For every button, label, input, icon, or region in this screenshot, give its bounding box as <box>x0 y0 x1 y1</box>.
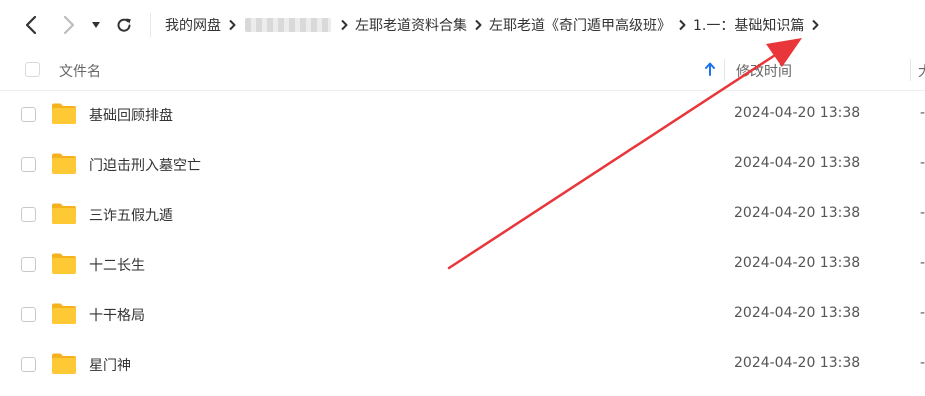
file-name[interactable]: 星门神 <box>89 355 131 375</box>
folder-icon <box>52 253 76 274</box>
history-dropdown-button[interactable] <box>86 13 106 37</box>
breadcrumb-separator-icon <box>467 0 489 50</box>
row-checkbox[interactable] <box>21 257 36 272</box>
column-header-name[interactable]: 文件名 <box>59 61 101 81</box>
column-header-size[interactable]: 大 <box>918 61 925 81</box>
breadcrumb-separator-icon <box>333 0 355 50</box>
file-name[interactable]: 门迫击刑入墓空亡 <box>89 155 201 175</box>
caret-down-icon <box>92 22 100 28</box>
breadcrumb: 我的网盘 左耶老道资料合集 左耶老道《奇门遁甲高级班》 1.一：基础知识篇 <box>165 0 826 50</box>
file-modified-time: 2024-04-20 13:38 <box>734 255 861 271</box>
table-row[interactable]: 星门神 2024-04-20 13:38 - <box>0 340 925 390</box>
toolbar-divider <box>150 13 151 37</box>
folder-icon <box>52 353 76 374</box>
folder-icon <box>52 103 76 124</box>
file-modified-time: 2024-04-20 13:38 <box>734 105 861 121</box>
row-checkbox[interactable] <box>21 307 36 322</box>
table-row[interactable]: 基础回顾排盘 2024-04-20 13:38 - <box>0 90 925 140</box>
file-name[interactable]: 十干格局 <box>89 305 145 325</box>
forward-button[interactable] <box>57 13 81 37</box>
breadcrumb-separator-icon <box>671 0 693 50</box>
row-checkbox[interactable] <box>21 207 36 222</box>
breadcrumb-item-current[interactable]: 1.一：基础知识篇 <box>693 15 804 35</box>
file-name[interactable]: 基础回顾排盘 <box>89 105 173 125</box>
select-all-checkbox[interactable] <box>25 62 40 77</box>
file-modified-time: 2024-04-20 13:38 <box>734 155 861 171</box>
table-row[interactable]: 十二长生 2024-04-20 13:38 - <box>0 240 925 290</box>
folder-icon <box>52 153 76 174</box>
chevron-left-icon <box>25 15 37 35</box>
file-name[interactable]: 十二长生 <box>89 255 145 275</box>
folder-icon <box>52 203 76 224</box>
file-size: - <box>920 205 925 221</box>
refresh-button[interactable] <box>112 13 136 37</box>
breadcrumb-item-course[interactable]: 左耶老道《奇门遁甲高级班》 <box>489 15 671 35</box>
row-checkbox[interactable] <box>21 107 36 122</box>
breadcrumb-item-redacted[interactable] <box>245 18 331 32</box>
row-checkbox[interactable] <box>21 357 36 372</box>
file-size: - <box>920 255 925 271</box>
column-divider[interactable] <box>724 59 725 81</box>
column-header-modified-time[interactable]: 修改时间 <box>736 61 792 81</box>
column-divider[interactable] <box>910 59 911 81</box>
file-modified-time: 2024-04-20 13:38 <box>734 205 861 221</box>
table-row[interactable]: 十干格局 2024-04-20 13:38 - <box>0 290 925 340</box>
file-size: - <box>920 355 925 371</box>
file-list: 基础回顾排盘 2024-04-20 13:38 - 门迫击刑入墓空亡 2024-… <box>0 90 925 390</box>
file-manager-window: 我的网盘 左耶老道资料合集 左耶老道《奇门遁甲高级班》 1.一：基础知识篇 文件… <box>0 0 925 396</box>
table-row[interactable]: 三诈五假九遁 2024-04-20 13:38 - <box>0 190 925 240</box>
file-size: - <box>920 155 925 171</box>
folder-icon <box>52 303 76 324</box>
file-size: - <box>920 105 925 121</box>
file-name[interactable]: 三诈五假九遁 <box>89 205 173 225</box>
breadcrumb-item-collection[interactable]: 左耶老道资料合集 <box>355 15 467 35</box>
file-modified-time: 2024-04-20 13:38 <box>734 355 861 371</box>
file-modified-time: 2024-04-20 13:38 <box>734 305 861 321</box>
breadcrumb-expand-icon[interactable] <box>804 0 826 50</box>
breadcrumb-separator-icon <box>221 0 243 50</box>
breadcrumb-item-root[interactable]: 我的网盘 <box>165 15 221 35</box>
file-size: - <box>920 305 925 321</box>
table-row[interactable]: 门迫击刑入墓空亡 2024-04-20 13:38 - <box>0 140 925 190</box>
refresh-icon <box>117 18 131 32</box>
row-checkbox[interactable] <box>21 157 36 172</box>
file-list-header: 文件名 修改时间 大 <box>0 50 925 91</box>
back-button[interactable] <box>19 13 43 37</box>
sort-ascending-icon[interactable] <box>703 61 717 77</box>
chevron-right-icon <box>63 15 75 35</box>
navigation-bar: 我的网盘 左耶老道资料合集 左耶老道《奇门遁甲高级班》 1.一：基础知识篇 <box>0 0 925 50</box>
